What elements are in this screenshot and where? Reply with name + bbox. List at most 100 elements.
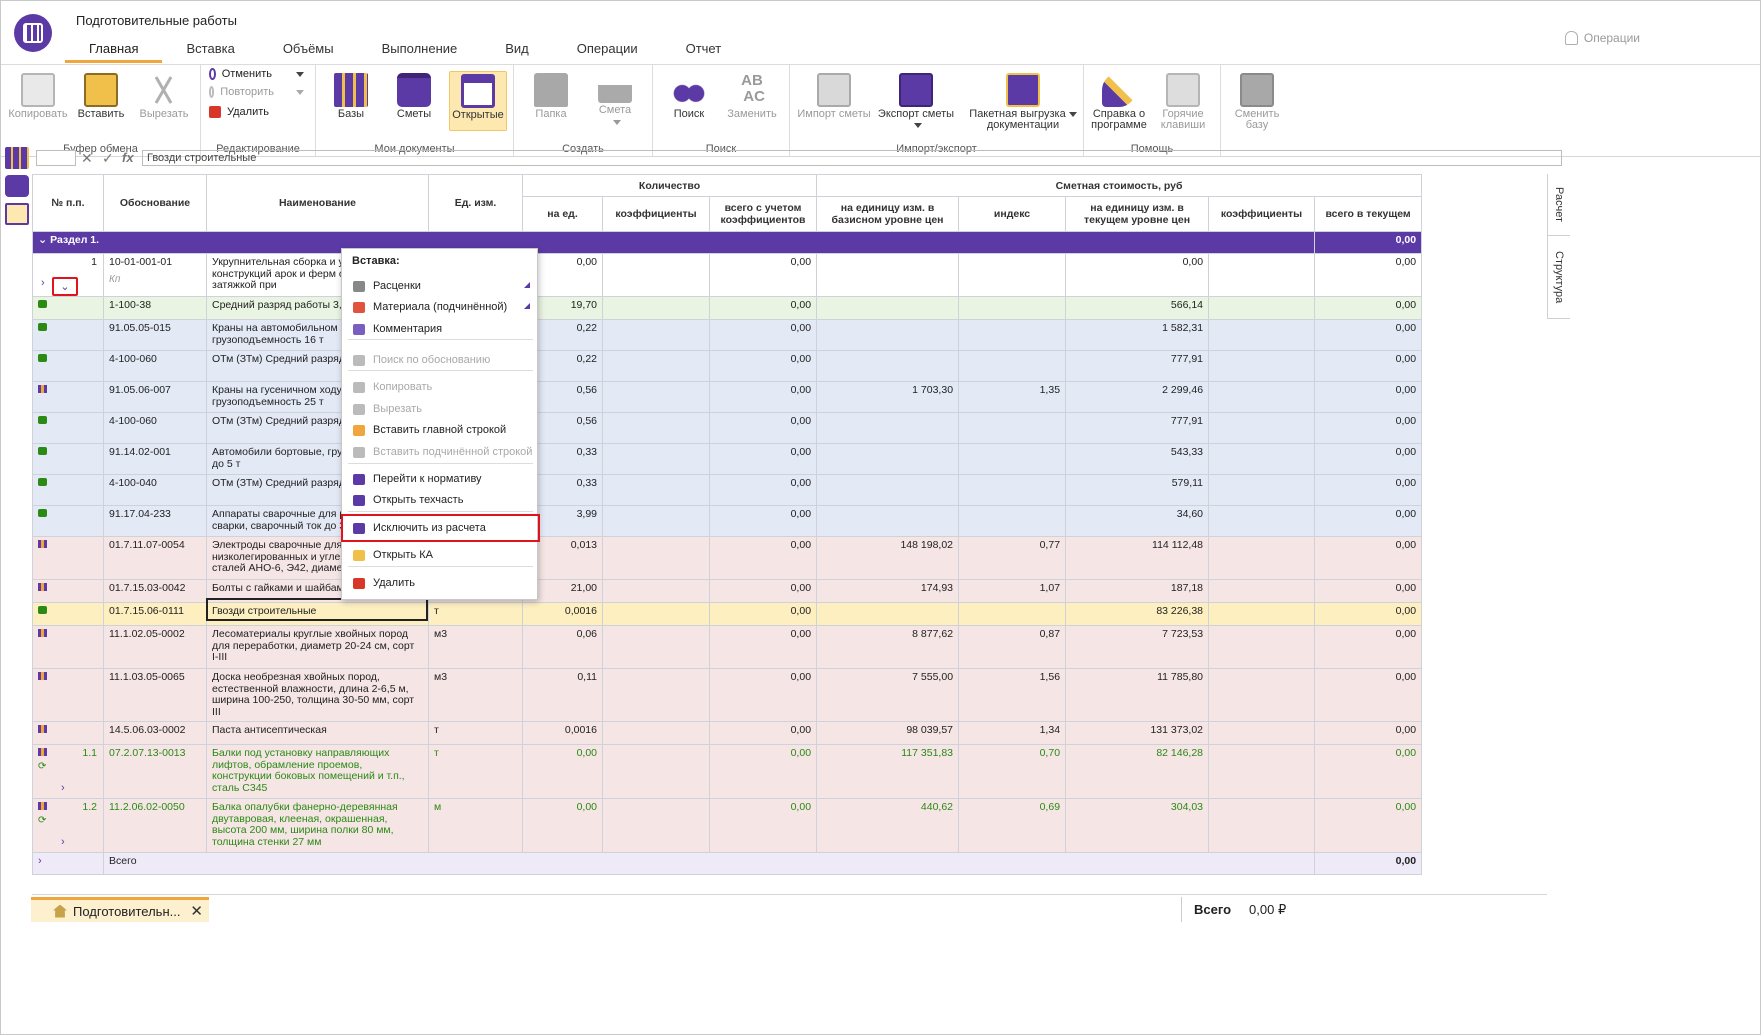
table-row[interactable]: 11.1.03.05-0065 Доска необрезная хвойных …	[32, 668, 1423, 722]
cell-basis[interactable]: 4-100-040	[103, 474, 207, 506]
menu-item-paste-sub[interactable]: Вставить подчинённой строкой	[343, 442, 538, 462]
cell-basis[interactable]: 07.2.07.13-0013	[103, 744, 207, 799]
table-row[interactable]: 4-100-060 ОТм (ЗТм) Средний разряд 6,0 0,5…	[32, 412, 1423, 444]
cell-unit[interactable]: м3	[428, 668, 523, 722]
cell-total-current[interactable]: 0,00	[1314, 350, 1423, 382]
cell-index[interactable]	[958, 253, 1067, 297]
cell-coefs-2[interactable]	[1208, 474, 1316, 506]
new-estimate-button[interactable]: Смета	[583, 71, 647, 137]
cell-coefs-2[interactable]	[1208, 721, 1316, 745]
cut-button[interactable]: Вырезать	[132, 71, 196, 137]
menu-item-material-sub[interactable]: Материала (подчинённой)	[343, 297, 538, 317]
header-base-price[interactable]: на единицу изм. в базисном уровне цен	[816, 196, 960, 232]
cell-base-price[interactable]: 8 877,62	[816, 625, 960, 669]
cell-basis[interactable]: 1-100-38	[103, 296, 207, 320]
expand-icon[interactable]: ›	[61, 782, 65, 795]
cell-total-current[interactable]: 0,00	[1314, 412, 1423, 444]
cell-base-price[interactable]: 440,62	[816, 798, 960, 853]
cell-total-with[interactable]: 0,00	[708, 536, 818, 580]
cell-total-current[interactable]: 0,00	[1314, 798, 1423, 853]
cell-coefs-2[interactable]	[1208, 412, 1316, 444]
menu-item-comment[interactable]: Комментария	[343, 319, 538, 339]
cell-coefs[interactable]	[602, 253, 710, 297]
briefcase-icon[interactable]	[5, 175, 29, 197]
cell-basis[interactable]: 91.05.06-007	[103, 381, 207, 413]
cell-base-price[interactable]: 117 351,83	[816, 744, 960, 799]
cell-coefs[interactable]	[602, 668, 710, 722]
document-tab[interactable]: Подготовительн... ✕	[31, 897, 209, 922]
cell-index[interactable]	[958, 296, 1067, 320]
cell-name[interactable]: Паста антисептическая	[206, 721, 429, 745]
cell-coefs[interactable]	[602, 579, 710, 603]
cell-num[interactable]: 1.1 › ⟳	[32, 744, 104, 799]
menu-item-search-basis[interactable]: Поиск по обоснованию	[343, 350, 538, 370]
cell-total-current[interactable]: 0,00	[1314, 443, 1423, 475]
estimates-button[interactable]: Сметы	[382, 71, 446, 137]
cell-qty[interactable]: 0,06	[522, 625, 603, 669]
cell-coefs[interactable]	[602, 625, 710, 669]
cell-unit[interactable]: т	[428, 721, 523, 745]
cell-coefs[interactable]	[602, 319, 710, 351]
cell-total-with[interactable]: 0,00	[708, 412, 818, 444]
cell-total-with[interactable]: 0,00	[708, 474, 818, 506]
cell-coefs-2[interactable]	[1208, 668, 1316, 722]
table-row[interactable]: 14.5.06.03-0002 Паста антисептическая т 0,0…	[32, 721, 1423, 745]
cell-current-price[interactable]: 82 146,28	[1065, 744, 1210, 799]
app-logo-icon[interactable]	[14, 14, 52, 52]
cell-total-with[interactable]: 0,00	[708, 296, 818, 320]
delete-button[interactable]: Удалить	[209, 103, 304, 121]
table-row[interactable]: 1 › 10-01-001-01 Кп Укрупнительная сборка и …	[32, 253, 1423, 297]
cell-coefs-2[interactable]	[1208, 579, 1316, 603]
cell-current-price[interactable]: 7 723,53	[1065, 625, 1210, 669]
menu-item-exclude[interactable]: Исключить из расчета	[343, 518, 538, 538]
header-total-current[interactable]: всего в текущем	[1314, 196, 1423, 232]
cell-current-price[interactable]: 83 226,38	[1065, 602, 1210, 626]
cell-total-current[interactable]: 0,00	[1314, 253, 1423, 297]
cell-name[interactable]: Балка опалубки фанерно-деревянная двутав…	[206, 798, 429, 853]
cell-current-price[interactable]: 566,14	[1065, 296, 1210, 320]
cell-reference-input[interactable]	[36, 150, 76, 166]
cell-index[interactable]: 1,56	[958, 668, 1067, 722]
hotkeys-button[interactable]: Горячие клавиши	[1151, 71, 1215, 137]
cell-base-price[interactable]	[816, 253, 960, 297]
cell-total-with[interactable]: 0,00	[708, 253, 818, 297]
bases-button[interactable]: Базы	[319, 71, 383, 137]
cell-total-current[interactable]: 0,00	[1314, 505, 1423, 537]
cell-base-price[interactable]	[816, 296, 960, 320]
cell-num[interactable]	[32, 721, 104, 745]
table-row[interactable]: 1.2 › ⟳ 11.2.06.02-0050 Балка опалубки фанер…	[32, 798, 1423, 853]
header-coefs-2[interactable]: коэффициенты	[1208, 196, 1316, 232]
cell-coefs[interactable]	[602, 443, 710, 475]
cell-base-price[interactable]	[816, 474, 960, 506]
section-row[interactable]: ⌄ Раздел 1. 0,00	[31, 231, 1423, 254]
table-row[interactable]: 11.1.02.05-0002 Лесоматериалы круглые хво…	[32, 625, 1423, 669]
cell-index[interactable]	[958, 602, 1067, 626]
cell-num[interactable]	[32, 296, 104, 320]
operations-button[interactable]: Операции	[1564, 31, 1640, 45]
menu-item-cut[interactable]: Вырезать	[343, 399, 538, 419]
cell-coefs[interactable]	[602, 412, 710, 444]
table-row[interactable]: 91.14.02-001 Автомобили бортовые, грузопо…	[32, 443, 1423, 475]
tab-main[interactable]: Главная	[65, 37, 163, 63]
tab-insert[interactable]: Вставка	[162, 37, 258, 63]
header-per-unit[interactable]: на ед.	[522, 196, 603, 232]
export-estimate-button[interactable]: Экспорт сметы	[874, 71, 958, 137]
cell-current-price[interactable]: 11 785,80	[1065, 668, 1210, 722]
cell-basis[interactable]: 91.05.05-015	[103, 319, 207, 351]
table-row[interactable]: 91.05.05-015 Краны на автомобильном ходу,…	[32, 319, 1423, 351]
expand-icon[interactable]: ›	[61, 836, 65, 849]
table-row[interactable]: 4-100-040 ОТм (ЗТм) Средний разряд 4,0 0,3…	[32, 474, 1423, 506]
collapse-toggle-button[interactable]: ⌄	[52, 277, 78, 296]
cell-coefs-2[interactable]	[1208, 744, 1316, 799]
cell-unit[interactable]: т	[428, 744, 523, 799]
cell-coefs[interactable]	[602, 536, 710, 580]
cell-coefs-2[interactable]	[1208, 443, 1316, 475]
cell-qty[interactable]: 0,00	[522, 744, 603, 799]
cell-current-price[interactable]: 34,60	[1065, 505, 1210, 537]
menu-item-go-norm[interactable]: Перейти к нормативу	[343, 469, 538, 489]
function-icon[interactable]: fx	[122, 149, 134, 167]
cell-index[interactable]	[958, 319, 1067, 351]
cell-num[interactable]	[32, 350, 104, 382]
menu-item-rates[interactable]: Расценки	[343, 276, 538, 296]
cell-current-price[interactable]: 2 299,46	[1065, 381, 1210, 413]
